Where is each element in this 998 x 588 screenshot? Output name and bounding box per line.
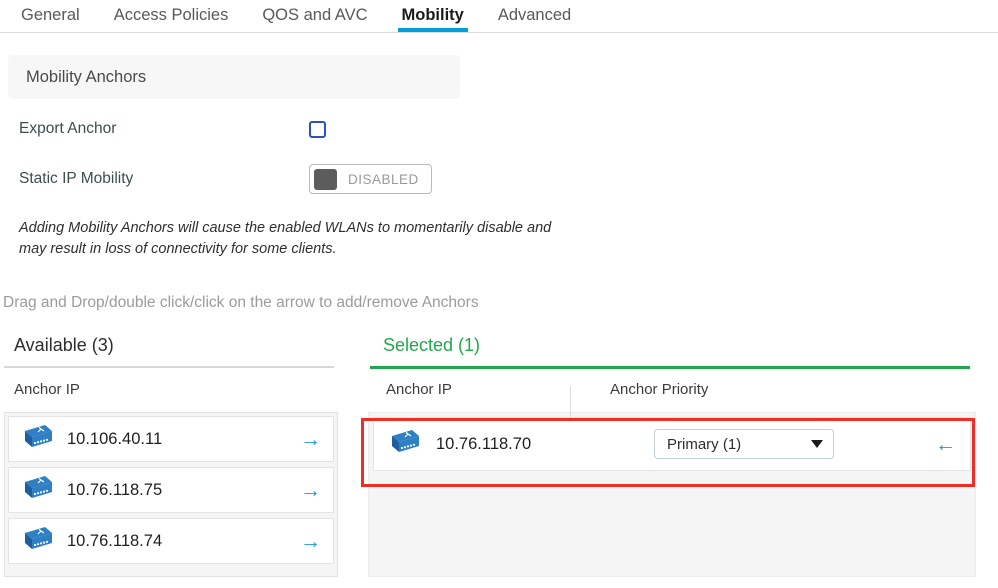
tab-qos-and-avc[interactable]: QOS and AVC — [245, 0, 384, 26]
network-switch-icon — [19, 525, 53, 557]
network-switch-icon — [19, 423, 53, 455]
selected-column-title: Selected (1) — [383, 335, 481, 355]
selected-header-anchor-ip: Anchor IP — [386, 381, 452, 398]
list-item[interactable]: 10.106.40.11 → — [8, 416, 334, 462]
table-row[interactable]: 10.76.118.70 Primary (1) ← — [373, 417, 971, 471]
mobility-anchor-warning-text: Adding Mobility Anchors will cause the e… — [19, 220, 552, 257]
toggle-state-label: DISABLED — [348, 171, 419, 187]
drag-drop-hint-text: Drag and Drop/double click/click on the … — [3, 294, 479, 311]
toggle-knob — [314, 168, 337, 190]
anchor-priority-value: Primary (1) — [667, 435, 742, 453]
network-switch-icon — [386, 428, 420, 460]
tab-general[interactable]: General — [4, 0, 97, 26]
available-underline — [4, 366, 334, 368]
tab-access-policies[interactable]: Access Policies — [97, 0, 246, 26]
available-header-anchor-ip: Anchor IP — [14, 381, 80, 398]
anchor-priority-select[interactable]: Primary (1) — [654, 429, 834, 459]
anchor-ip-value: 10.76.118.75 — [67, 480, 163, 499]
section-title: Mobility Anchors — [26, 67, 147, 86]
available-anchors-panel[interactable]: 10.106.40.11 → 10.76.118.75 → 10.76.118.… — [4, 412, 338, 577]
available-column-title: Available (3) — [14, 335, 114, 355]
add-anchor-arrow-icon[interactable]: → — [300, 480, 321, 501]
tab-advanced[interactable]: Advanced — [481, 0, 588, 26]
remove-anchor-arrow-icon[interactable]: ← — [935, 434, 956, 455]
list-item[interactable]: 10.76.118.75 → — [8, 467, 334, 513]
anchor-ip-value: 10.76.118.70 — [436, 434, 532, 453]
add-anchor-arrow-icon[interactable]: → — [300, 429, 321, 450]
export-anchor-row: Export Anchor — [19, 120, 998, 138]
export-anchor-checkbox[interactable] — [309, 120, 326, 138]
mobility-anchors-section-header: Mobility Anchors — [8, 55, 460, 99]
add-anchor-arrow-icon[interactable]: → — [300, 531, 321, 552]
selected-underline — [370, 366, 970, 369]
network-switch-icon — [19, 474, 53, 506]
tab-mobility[interactable]: Mobility — [385, 0, 481, 32]
list-item[interactable]: 10.76.118.74 → — [8, 518, 334, 564]
chevron-down-icon — [811, 440, 823, 448]
export-anchor-label: Export Anchor — [19, 120, 117, 137]
tab-bar: General Access Policies QOS and AVC Mobi… — [0, 0, 998, 33]
static-ip-mobility-toggle[interactable]: DISABLED — [309, 164, 432, 194]
selected-header-divider — [570, 386, 571, 418]
static-ip-mobility-row: Static IP Mobility DISABLED — [19, 164, 998, 194]
anchor-ip-value: 10.76.118.74 — [67, 531, 163, 550]
anchor-ip-value: 10.106.40.11 — [67, 429, 163, 448]
selected-anchors-panel[interactable]: 10.76.118.70 Primary (1) ← — [368, 412, 976, 577]
static-ip-mobility-label: Static IP Mobility — [19, 170, 134, 187]
selected-header-anchor-priority: Anchor Priority — [610, 381, 709, 398]
